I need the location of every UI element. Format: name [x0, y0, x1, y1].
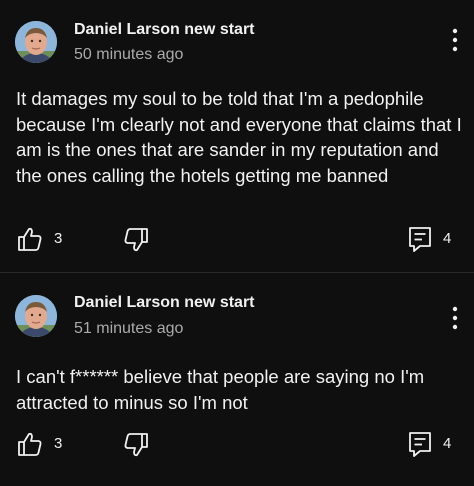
more-vertical-icon[interactable] [448, 25, 462, 55]
thumbs-down-icon[interactable] [123, 227, 149, 258]
comment: Daniel Larson new start 51 minutes ago I… [0, 273, 474, 486]
like-count: 3 [54, 230, 63, 247]
reply-count[interactable]: 4 [443, 435, 451, 452]
comment-timestamp: 50 minutes ago [74, 46, 184, 63]
like-count: 3 [54, 435, 63, 452]
avatar[interactable] [15, 21, 57, 63]
comment-timestamp: 51 minutes ago [74, 320, 184, 337]
comment-author[interactable]: Daniel Larson new start [74, 21, 255, 39]
comment-actions: 3 4 [0, 429, 474, 459]
comment-author[interactable]: Daniel Larson new start [74, 294, 255, 312]
thumbs-up-icon[interactable] [17, 226, 43, 257]
comment-text: It damages my soul to be told that I'm a… [16, 88, 462, 186]
comment-text: I can't f****** believe that people are … [16, 366, 425, 413]
comment-actions: 3 4 [0, 224, 474, 254]
reply-icon[interactable] [408, 431, 432, 462]
reply-count[interactable]: 4 [443, 230, 451, 247]
comment: Daniel Larson new start 50 minutes ago I… [0, 0, 474, 272]
thumbs-up-icon[interactable] [17, 431, 43, 462]
more-vertical-icon[interactable] [448, 303, 462, 333]
reply-icon[interactable] [408, 226, 432, 257]
avatar[interactable] [15, 295, 57, 337]
thumbs-down-icon[interactable] [123, 432, 149, 463]
